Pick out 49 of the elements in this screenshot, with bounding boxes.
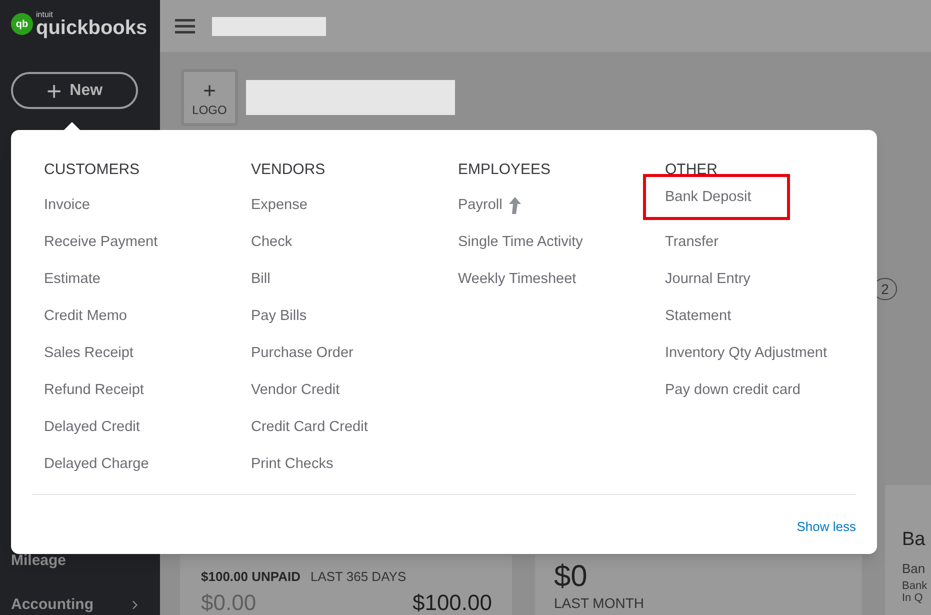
open-value: $100.00 <box>412 590 492 614</box>
menu-item[interactable]: Credit Card Credit <box>251 418 368 436</box>
menu-item[interactable]: Bank Deposit <box>646 177 787 217</box>
card-text: In Q <box>902 592 924 604</box>
column-heading: OTHER <box>665 161 718 179</box>
menu-item[interactable]: Pay Bills <box>251 307 307 325</box>
unpaid-amount: $100.00 UNPAID <box>201 568 300 586</box>
menu-item[interactable]: Sales Receipt <box>44 344 134 362</box>
menu-item[interactable]: Refund Receipt <box>44 381 144 399</box>
menu-item[interactable]: Bill <box>251 270 270 288</box>
menu-item[interactable]: Pay down credit card <box>665 381 800 399</box>
period-label: LAST 365 DAYS <box>310 568 406 586</box>
menu-item[interactable]: Check <box>251 233 292 251</box>
menu-item[interactable]: Journal Entry <box>665 270 750 288</box>
column-heading: EMPLOYEES <box>458 161 552 179</box>
menu-item[interactable]: Single Time Activity <box>458 233 583 251</box>
menu-item[interactable]: Purchase Order <box>251 344 354 362</box>
menu-item[interactable]: Credit Memo <box>44 307 127 325</box>
overdue-value: $0.00 <box>201 590 256 614</box>
card-title: Ba <box>902 529 926 551</box>
card-text: Bank <box>902 580 928 592</box>
sidebar-item[interactable]: Mileage <box>0 551 160 571</box>
logo-button[interactable]: + LOGO <box>181 69 238 126</box>
upgrade-arrow-icon <box>508 196 522 214</box>
menu-item[interactable]: Expense <box>251 196 308 214</box>
new-button[interactable]: + New <box>11 72 138 109</box>
period-label: LAST MONTH <box>554 595 645 611</box>
menu-item[interactable]: Payroll <box>458 196 522 214</box>
card-text: Ban <box>902 561 926 576</box>
sidebar-item[interactable]: Accounting <box>0 595 160 615</box>
menu-item[interactable]: Statement <box>665 307 732 325</box>
menu-icon[interactable] <box>175 18 195 34</box>
show-less-link[interactable]: Show less <box>796 517 856 536</box>
menu-item[interactable]: Transfer <box>665 233 718 251</box>
column-heading: CUSTOMERS <box>44 161 141 179</box>
menu-item[interactable]: Delayed Credit <box>44 418 140 436</box>
menu-item[interactable]: Delayed Charge <box>44 455 149 473</box>
menu-item[interactable]: Print Checks <box>251 455 334 473</box>
brand-small: intuit <box>36 10 54 18</box>
menu-item[interactable]: Vendor Credit <box>251 381 340 399</box>
menu-item[interactable]: Inventory Qty Adjustment <box>665 344 827 362</box>
brand-name: quickbooks <box>36 18 148 38</box>
menu-item[interactable]: Weekly Timesheet <box>458 270 576 288</box>
menu-item[interactable]: Invoice <box>44 196 90 214</box>
column-heading: VENDORS <box>251 161 326 179</box>
menu-item[interactable]: Receive Payment <box>44 233 158 251</box>
logo-badge: qb <box>11 13 33 35</box>
amount-value: $0 <box>554 559 588 595</box>
menu-item[interactable]: Estimate <box>44 270 100 288</box>
